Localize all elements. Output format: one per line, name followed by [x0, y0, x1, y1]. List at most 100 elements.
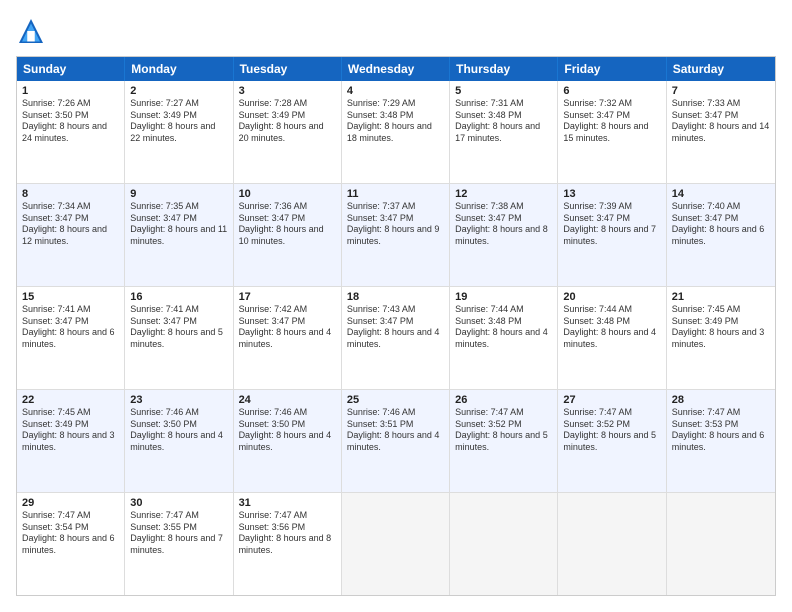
calendar-cell	[667, 493, 775, 595]
calendar-cell	[558, 493, 666, 595]
day-number: 8	[22, 188, 119, 200]
cell-info: Sunrise: 7:47 AM Sunset: 3:52 PM Dayligh…	[563, 407, 660, 454]
day-number: 6	[563, 85, 660, 97]
cell-info: Sunrise: 7:47 AM Sunset: 3:54 PM Dayligh…	[22, 510, 119, 557]
day-number: 16	[130, 291, 227, 303]
calendar-cell: 8 Sunrise: 7:34 AM Sunset: 3:47 PM Dayli…	[17, 184, 125, 286]
weekday-header: Wednesday	[342, 57, 450, 81]
day-number: 7	[672, 85, 770, 97]
cell-info: Sunrise: 7:38 AM Sunset: 3:47 PM Dayligh…	[455, 201, 552, 248]
cell-info: Sunrise: 7:36 AM Sunset: 3:47 PM Dayligh…	[239, 201, 336, 248]
calendar-cell: 19 Sunrise: 7:44 AM Sunset: 3:48 PM Dayl…	[450, 287, 558, 389]
day-number: 23	[130, 394, 227, 406]
cell-info: Sunrise: 7:34 AM Sunset: 3:47 PM Dayligh…	[22, 201, 119, 248]
calendar-cell: 10 Sunrise: 7:36 AM Sunset: 3:47 PM Dayl…	[234, 184, 342, 286]
day-number: 11	[347, 188, 444, 200]
calendar-row: 29 Sunrise: 7:47 AM Sunset: 3:54 PM Dayl…	[17, 492, 775, 595]
day-number: 17	[239, 291, 336, 303]
day-number: 4	[347, 85, 444, 97]
day-number: 19	[455, 291, 552, 303]
day-number: 31	[239, 497, 336, 509]
day-number: 1	[22, 85, 119, 97]
day-number: 20	[563, 291, 660, 303]
cell-info: Sunrise: 7:35 AM Sunset: 3:47 PM Dayligh…	[130, 201, 227, 248]
calendar-row: 15 Sunrise: 7:41 AM Sunset: 3:47 PM Dayl…	[17, 286, 775, 389]
cell-info: Sunrise: 7:46 AM Sunset: 3:50 PM Dayligh…	[130, 407, 227, 454]
calendar-cell: 13 Sunrise: 7:39 AM Sunset: 3:47 PM Dayl…	[558, 184, 666, 286]
calendar-cell: 23 Sunrise: 7:46 AM Sunset: 3:50 PM Dayl…	[125, 390, 233, 492]
day-number: 30	[130, 497, 227, 509]
day-number: 27	[563, 394, 660, 406]
calendar-row: 22 Sunrise: 7:45 AM Sunset: 3:49 PM Dayl…	[17, 389, 775, 492]
calendar-cell: 25 Sunrise: 7:46 AM Sunset: 3:51 PM Dayl…	[342, 390, 450, 492]
calendar-cell: 24 Sunrise: 7:46 AM Sunset: 3:50 PM Dayl…	[234, 390, 342, 492]
calendar-cell: 22 Sunrise: 7:45 AM Sunset: 3:49 PM Dayl…	[17, 390, 125, 492]
day-number: 24	[239, 394, 336, 406]
calendar-cell: 29 Sunrise: 7:47 AM Sunset: 3:54 PM Dayl…	[17, 493, 125, 595]
cell-info: Sunrise: 7:41 AM Sunset: 3:47 PM Dayligh…	[130, 304, 227, 351]
header	[16, 16, 776, 46]
calendar-cell: 7 Sunrise: 7:33 AM Sunset: 3:47 PM Dayli…	[667, 81, 775, 183]
day-number: 18	[347, 291, 444, 303]
day-number: 29	[22, 497, 119, 509]
calendar-cell: 4 Sunrise: 7:29 AM Sunset: 3:48 PM Dayli…	[342, 81, 450, 183]
cell-info: Sunrise: 7:41 AM Sunset: 3:47 PM Dayligh…	[22, 304, 119, 351]
calendar-cell: 17 Sunrise: 7:42 AM Sunset: 3:47 PM Dayl…	[234, 287, 342, 389]
calendar-cell	[342, 493, 450, 595]
cell-info: Sunrise: 7:27 AM Sunset: 3:49 PM Dayligh…	[130, 98, 227, 145]
calendar-cell: 26 Sunrise: 7:47 AM Sunset: 3:52 PM Dayl…	[450, 390, 558, 492]
day-number: 28	[672, 394, 770, 406]
logo	[16, 16, 50, 46]
calendar-cell: 27 Sunrise: 7:47 AM Sunset: 3:52 PM Dayl…	[558, 390, 666, 492]
day-number: 13	[563, 188, 660, 200]
calendar-cell: 18 Sunrise: 7:43 AM Sunset: 3:47 PM Dayl…	[342, 287, 450, 389]
day-number: 14	[672, 188, 770, 200]
cell-info: Sunrise: 7:44 AM Sunset: 3:48 PM Dayligh…	[563, 304, 660, 351]
weekday-header: Friday	[558, 57, 666, 81]
page: SundayMondayTuesdayWednesdayThursdayFrid…	[0, 0, 792, 612]
cell-info: Sunrise: 7:26 AM Sunset: 3:50 PM Dayligh…	[22, 98, 119, 145]
calendar-row: 1 Sunrise: 7:26 AM Sunset: 3:50 PM Dayli…	[17, 81, 775, 183]
calendar-cell: 20 Sunrise: 7:44 AM Sunset: 3:48 PM Dayl…	[558, 287, 666, 389]
day-number: 2	[130, 85, 227, 97]
calendar: SundayMondayTuesdayWednesdayThursdayFrid…	[16, 56, 776, 596]
calendar-cell: 12 Sunrise: 7:38 AM Sunset: 3:47 PM Dayl…	[450, 184, 558, 286]
calendar-cell: 28 Sunrise: 7:47 AM Sunset: 3:53 PM Dayl…	[667, 390, 775, 492]
calendar-cell: 16 Sunrise: 7:41 AM Sunset: 3:47 PM Dayl…	[125, 287, 233, 389]
cell-info: Sunrise: 7:47 AM Sunset: 3:52 PM Dayligh…	[455, 407, 552, 454]
cell-info: Sunrise: 7:29 AM Sunset: 3:48 PM Dayligh…	[347, 98, 444, 145]
day-number: 9	[130, 188, 227, 200]
cell-info: Sunrise: 7:47 AM Sunset: 3:56 PM Dayligh…	[239, 510, 336, 557]
cell-info: Sunrise: 7:40 AM Sunset: 3:47 PM Dayligh…	[672, 201, 770, 248]
cell-info: Sunrise: 7:31 AM Sunset: 3:48 PM Dayligh…	[455, 98, 552, 145]
cell-info: Sunrise: 7:37 AM Sunset: 3:47 PM Dayligh…	[347, 201, 444, 248]
cell-info: Sunrise: 7:45 AM Sunset: 3:49 PM Dayligh…	[672, 304, 770, 351]
day-number: 12	[455, 188, 552, 200]
calendar-cell: 9 Sunrise: 7:35 AM Sunset: 3:47 PM Dayli…	[125, 184, 233, 286]
calendar-cell: 2 Sunrise: 7:27 AM Sunset: 3:49 PM Dayli…	[125, 81, 233, 183]
calendar-row: 8 Sunrise: 7:34 AM Sunset: 3:47 PM Dayli…	[17, 183, 775, 286]
cell-info: Sunrise: 7:46 AM Sunset: 3:51 PM Dayligh…	[347, 407, 444, 454]
calendar-header: SundayMondayTuesdayWednesdayThursdayFrid…	[17, 57, 775, 81]
weekday-header: Monday	[125, 57, 233, 81]
weekday-header: Sunday	[17, 57, 125, 81]
cell-info: Sunrise: 7:47 AM Sunset: 3:55 PM Dayligh…	[130, 510, 227, 557]
cell-info: Sunrise: 7:43 AM Sunset: 3:47 PM Dayligh…	[347, 304, 444, 351]
day-number: 21	[672, 291, 770, 303]
cell-info: Sunrise: 7:33 AM Sunset: 3:47 PM Dayligh…	[672, 98, 770, 145]
calendar-cell: 5 Sunrise: 7:31 AM Sunset: 3:48 PM Dayli…	[450, 81, 558, 183]
cell-info: Sunrise: 7:28 AM Sunset: 3:49 PM Dayligh…	[239, 98, 336, 145]
calendar-body: 1 Sunrise: 7:26 AM Sunset: 3:50 PM Dayli…	[17, 81, 775, 595]
calendar-cell: 11 Sunrise: 7:37 AM Sunset: 3:47 PM Dayl…	[342, 184, 450, 286]
weekday-header: Saturday	[667, 57, 775, 81]
calendar-cell: 1 Sunrise: 7:26 AM Sunset: 3:50 PM Dayli…	[17, 81, 125, 183]
calendar-cell	[450, 493, 558, 595]
calendar-cell: 21 Sunrise: 7:45 AM Sunset: 3:49 PM Dayl…	[667, 287, 775, 389]
cell-info: Sunrise: 7:45 AM Sunset: 3:49 PM Dayligh…	[22, 407, 119, 454]
cell-info: Sunrise: 7:32 AM Sunset: 3:47 PM Dayligh…	[563, 98, 660, 145]
day-number: 3	[239, 85, 336, 97]
weekday-header: Tuesday	[234, 57, 342, 81]
calendar-cell: 6 Sunrise: 7:32 AM Sunset: 3:47 PM Dayli…	[558, 81, 666, 183]
day-number: 15	[22, 291, 119, 303]
cell-info: Sunrise: 7:44 AM Sunset: 3:48 PM Dayligh…	[455, 304, 552, 351]
